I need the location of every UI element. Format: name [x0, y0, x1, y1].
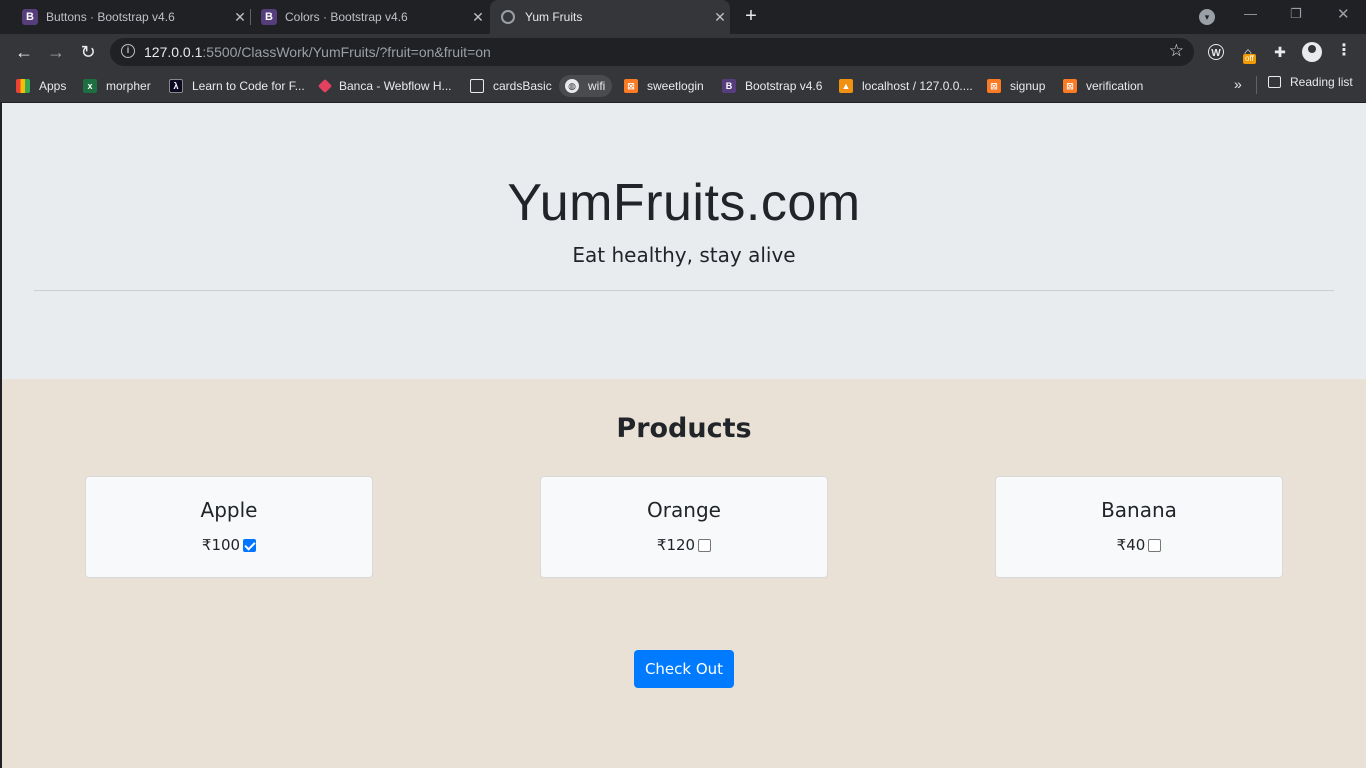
site-title: YumFruits.com — [507, 174, 861, 232]
profile-avatar-icon[interactable] — [1302, 42, 1322, 62]
address-bar[interactable]: i 127.0.0.1:5500/ClassWork/YumFruits/?fr… — [110, 38, 1194, 66]
bookmark-label: Apps — [39, 79, 67, 93]
more-bookmarks-chevron-icon[interactable]: » — [1234, 76, 1242, 92]
product-price: ₹120 — [656, 536, 696, 554]
bookmark-wifi[interactable]: ◍ wifi — [559, 75, 613, 97]
reload-icon[interactable]: ↻ — [76, 40, 100, 64]
extensions-puzzle-icon[interactable]: ✚ — [1270, 42, 1290, 62]
restore-icon[interactable]: ❐ — [1290, 6, 1302, 22]
bookmark-apps[interactable]: Apps — [16, 75, 66, 97]
bootstrap-icon: B — [261, 9, 277, 25]
bookmark-star-icon[interactable]: ☆ — [1169, 41, 1184, 61]
minimize-icon[interactable]: — — [1244, 6, 1257, 21]
site-info-icon[interactable]: i — [121, 44, 135, 58]
product-price-row: ₹120 — [541, 536, 827, 554]
phpmyadmin-icon: ▲ — [839, 79, 853, 93]
window-close-icon[interactable]: ✕ — [1337, 5, 1350, 23]
reading-list-icon — [1268, 76, 1281, 88]
checkout-button[interactable]: Check Out — [634, 650, 734, 688]
bookmark-sweetlogin[interactable]: ⊠ sweetlogin — [624, 75, 704, 97]
tab-yum-fruits[interactable]: Yum Fruits ✕ — [490, 0, 730, 34]
tab-strip: B Buttons · Bootstrap v4.6 ✕ B Colors · … — [0, 0, 1366, 34]
excel-icon: x — [83, 79, 97, 93]
bookmark-label: Bootstrap v4.6 — [745, 79, 823, 93]
browser-menu-icon[interactable]: ⋮ — [1336, 40, 1352, 60]
product-card-orange: Orange ₹120 — [540, 476, 828, 578]
bookmark-morpher[interactable]: x morpher — [83, 75, 151, 97]
bookmark-verification[interactable]: ⊠ verification — [1063, 75, 1143, 97]
back-icon[interactable]: ← — [12, 40, 36, 64]
product-price: ₹40 — [1116, 536, 1146, 554]
bookmark-label: cardsBasic — [493, 79, 552, 93]
wappalyzer-icon[interactable]: W — [1208, 44, 1224, 60]
url-path: :5500/ClassWork/YumFruits/?fruit=on&frui… — [202, 44, 491, 60]
product-price: ₹100 — [201, 536, 241, 554]
bootstrap-icon: B — [722, 79, 736, 93]
close-icon[interactable]: ✕ — [710, 9, 730, 26]
codepen-icon — [470, 79, 484, 93]
bootstrap-icon: B — [22, 9, 38, 25]
xampp-icon: ⊠ — [987, 79, 1001, 93]
bookmark-bootstrap[interactable]: B Bootstrap v4.6 — [722, 75, 822, 97]
tab-search-icon[interactable]: ▾ — [1199, 9, 1215, 25]
extension-off-badge: off — [1243, 54, 1256, 64]
divider — [34, 290, 1334, 291]
bookmark-signup[interactable]: ⊠ signup — [987, 75, 1045, 97]
url-text[interactable]: 127.0.0.1:5500/ClassWork/YumFruits/?frui… — [144, 44, 491, 60]
new-tab-button[interactable]: + — [740, 5, 762, 27]
tab-colors-bootstrap[interactable]: B Colors · Bootstrap v4.6 ✕ — [252, 0, 488, 34]
bookmarks-divider — [1256, 76, 1257, 94]
xampp-icon: ⊠ — [624, 79, 638, 93]
url-host: 127.0.0.1 — [144, 44, 203, 60]
product-checkbox[interactable] — [1148, 538, 1162, 552]
bookmark-label: Learn to Code for F... — [192, 79, 305, 93]
site-tagline: Eat healthy, stay alive — [572, 243, 796, 267]
page-viewport: YumFruits.com Eat healthy, stay alive Pr… — [2, 103, 1366, 768]
forward-icon[interactable]: → — [44, 40, 68, 64]
product-card-apple: Apple ₹100 — [85, 476, 373, 578]
tab-title: Yum Fruits — [525, 10, 583, 24]
product-name: Banana — [1101, 498, 1177, 522]
product-checkbox[interactable] — [698, 538, 712, 552]
product-name: Apple — [200, 498, 258, 522]
webflow-icon — [317, 78, 333, 94]
bookmark-cardsbasic[interactable]: cardsBasic — [470, 75, 552, 97]
tab-title: Colors · Bootstrap v4.6 — [285, 10, 408, 24]
product-checkbox[interactable] — [243, 538, 257, 552]
product-card-banana: Banana ₹40 — [995, 476, 1283, 578]
bookmark-label: morpher — [106, 79, 151, 93]
bookmark-label: Banca - Webflow H... — [339, 79, 452, 93]
xampp-icon: ⊠ — [1063, 79, 1077, 93]
bookmark-label: localhost / 127.0.0.... — [862, 79, 973, 93]
browser-toolbar: ← → ↻ i 127.0.0.1:5500/ClassWork/YumFrui… — [0, 34, 1366, 70]
product-price-row: ₹40 — [996, 536, 1282, 554]
apps-grid-icon — [16, 79, 30, 93]
bookmark-label: wifi — [588, 79, 606, 93]
bookmark-label: signup — [1010, 79, 1046, 93]
bookmark-label: sweetlogin — [647, 79, 704, 93]
globe-icon: ◍ — [565, 79, 579, 93]
reading-list-label: Reading list — [1290, 75, 1353, 89]
reading-list-button[interactable]: Reading list — [1268, 75, 1353, 89]
bookmarks-bar: Apps x morpher λ Learn to Code for F... … — [0, 70, 1366, 103]
bookmark-freecodecamp[interactable]: λ Learn to Code for F... — [169, 75, 305, 97]
globe-icon — [501, 10, 515, 24]
tab-title: Buttons · Bootstrap v4.6 — [46, 10, 175, 24]
tab-buttons-bootstrap[interactable]: B Buttons · Bootstrap v4.6 ✕ — [14, 0, 250, 34]
products-heading: Products — [616, 413, 752, 444]
freecodecamp-icon: λ — [169, 79, 183, 93]
bookmark-localhost-phpmyadmin[interactable]: ▲ localhost / 127.0.0.... — [839, 75, 973, 97]
product-name: Orange — [647, 498, 721, 522]
close-icon[interactable]: ✕ — [230, 9, 250, 26]
products-section: Products Apple ₹100 Orange ₹120 Banana ₹… — [2, 379, 1366, 768]
tab-separator — [250, 9, 251, 25]
close-icon[interactable]: ✕ — [468, 9, 488, 26]
product-price-row: ₹100 — [86, 536, 372, 554]
jumbotron: YumFruits.com Eat healthy, stay alive — [2, 103, 1366, 379]
bookmark-label: verification — [1086, 79, 1144, 93]
bookmark-banca-webflow[interactable]: Banca - Webflow H... — [317, 75, 452, 97]
